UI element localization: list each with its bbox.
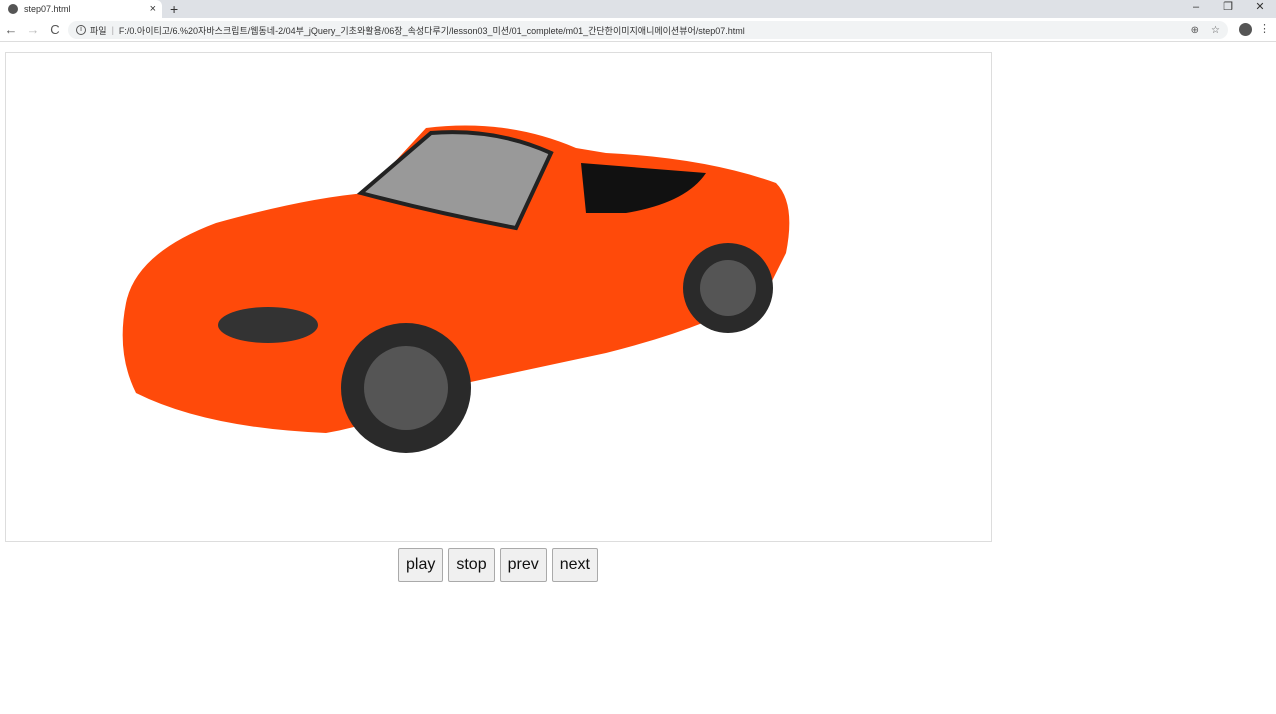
restore-button[interactable]: ❐ <box>1212 0 1244 14</box>
next-button[interactable]: next <box>551 548 598 582</box>
car-image <box>122 125 790 453</box>
tab-bar: step07.html × + – ❐ ✕ <box>0 0 1276 18</box>
tab-close-icon[interactable]: × <box>150 3 156 15</box>
globe-icon <box>8 4 18 14</box>
stop-button[interactable]: stop <box>448 548 495 582</box>
url-text[interactable]: F:/0.아이티고/6.%20자바스크립트/웹동네-2/04부_jQuery_기… <box>119 24 745 37</box>
play-button[interactable]: play <box>398 548 444 582</box>
zoom-icon[interactable]: ⊕ <box>1191 25 1199 36</box>
prev-button[interactable]: prev <box>499 548 547 582</box>
back-button[interactable]: ← <box>0 22 22 37</box>
headlight <box>218 307 318 343</box>
new-tab-button[interactable]: + <box>170 0 178 18</box>
tab-step07[interactable]: step07.html × <box>0 0 162 18</box>
star-icon[interactable]: ☆ <box>1211 25 1220 36</box>
menu-button[interactable]: ⋮ <box>1259 22 1270 35</box>
viewer-controls: play stop prev next <box>398 548 598 582</box>
address-bar[interactable]: i 파일 | F:/0.아이티고/6.%20자바스크립트/웹동네-2/04부_j… <box>68 21 1228 39</box>
address-toolbar: ← → C i 파일 | F:/0.아이티고/6.%20자바스크립트/웹동네-2… <box>0 18 1276 42</box>
close-window-button[interactable]: ✕ <box>1244 0 1276 14</box>
account-icon[interactable] <box>1239 23 1252 36</box>
forward-button[interactable]: → <box>22 22 44 37</box>
image-viewer <box>5 52 992 542</box>
reload-button[interactable]: C <box>44 22 66 37</box>
info-icon[interactable]: i <box>76 25 86 35</box>
separator: | <box>111 25 114 35</box>
tab-title: step07.html <box>24 4 71 14</box>
minimize-button[interactable]: – <box>1180 0 1212 14</box>
scheme-label: 파일 <box>90 25 107 36</box>
